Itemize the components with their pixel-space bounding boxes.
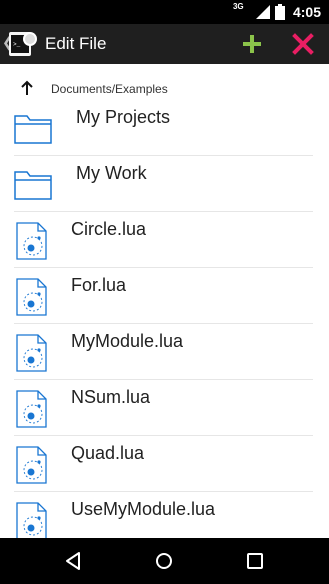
back-triangle-icon[interactable] bbox=[63, 551, 83, 571]
network-indicator: 3G bbox=[232, 2, 251, 20]
item-name: UseMyModule.lua bbox=[71, 499, 216, 519]
recents-square-icon[interactable] bbox=[245, 551, 265, 571]
lua-file-icon bbox=[16, 278, 47, 316]
lua-file-icon bbox=[16, 390, 47, 428]
item-name: My Projects bbox=[76, 107, 171, 127]
item-name: Circle.lua bbox=[71, 219, 147, 239]
lua-file-icon bbox=[16, 222, 47, 260]
item-name: Quad.lua bbox=[71, 443, 145, 463]
list-item-file[interactable]: For.lua bbox=[0, 268, 329, 324]
svg-text:>_: >_ bbox=[13, 41, 21, 48]
list-item-folder[interactable]: My Projects bbox=[0, 100, 329, 156]
list-item-file[interactable]: MyModule.lua bbox=[0, 324, 329, 380]
terminal-app-icon[interactable]: >_ bbox=[8, 29, 38, 59]
folder-icon bbox=[14, 171, 52, 200]
list-item-folder[interactable]: My Work bbox=[0, 156, 329, 212]
item-name: NSum.lua bbox=[71, 387, 151, 407]
app-title: Edit File bbox=[45, 34, 107, 53]
status-bar: 3G 4:05 bbox=[0, 0, 329, 24]
app-bar: ❮ >_ Edit File bbox=[0, 24, 329, 64]
item-name: My Work bbox=[76, 163, 147, 183]
item-name: For.lua bbox=[71, 275, 127, 295]
lua-file-icon bbox=[16, 446, 47, 484]
folder-icon bbox=[14, 115, 52, 144]
plus-icon[interactable] bbox=[239, 31, 265, 57]
file-list: My Projects My Work Circle.lua For.lua M… bbox=[0, 100, 329, 548]
current-path: Documents/Examples bbox=[51, 82, 168, 96]
item-name: MyModule.lua bbox=[71, 331, 184, 351]
clock: 4:05 bbox=[292, 4, 321, 20]
lua-file-icon bbox=[16, 334, 47, 372]
navigation-bar bbox=[0, 538, 329, 584]
home-circle-icon[interactable] bbox=[154, 551, 174, 571]
status-icons: 3G 4:05 bbox=[233, 0, 321, 24]
battery-icon bbox=[274, 4, 285, 20]
list-item-file[interactable]: Circle.lua bbox=[0, 212, 329, 268]
arrow-up-icon[interactable] bbox=[20, 80, 34, 96]
signal-icon bbox=[255, 5, 270, 19]
list-item-file[interactable]: Quad.lua bbox=[0, 436, 329, 492]
breadcrumb[interactable]: Documents/Examples bbox=[0, 76, 329, 100]
lua-file-icon bbox=[16, 502, 47, 540]
list-item-file[interactable]: NSum.lua bbox=[0, 380, 329, 436]
close-icon[interactable] bbox=[290, 31, 316, 57]
network-type-label: 3G bbox=[232, 2, 244, 11]
